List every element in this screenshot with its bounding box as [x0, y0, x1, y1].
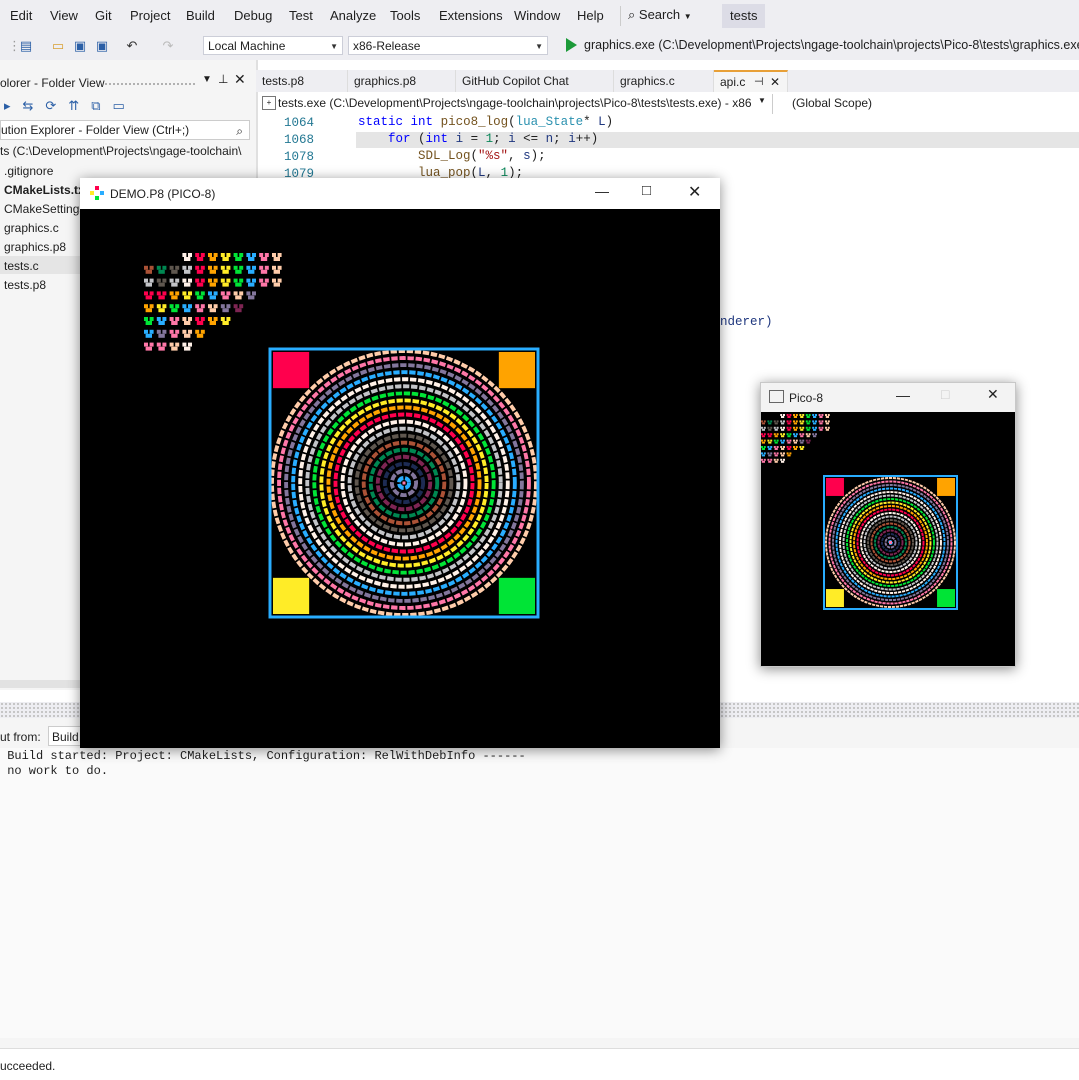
menu-edit[interactable]: Edit: [10, 8, 32, 23]
menu-tools[interactable]: Tools: [390, 8, 420, 23]
pico8-screen[interactable]: [80, 209, 720, 748]
menu-test[interactable]: Test: [289, 8, 313, 23]
code-line: for (int i = 1; i <= n; i++): [388, 132, 599, 146]
search-label: Search: [638, 7, 681, 22]
menu-help[interactable]: Help: [577, 8, 604, 23]
minimize-icon[interactable]: —: [595, 183, 609, 199]
menu-bar: Edit View Git Project Build Debug Test A…: [0, 0, 1079, 32]
panel-grip: [104, 82, 196, 85]
menu-build[interactable]: Build: [186, 8, 215, 23]
search-button[interactable]: ⌕ Search ▼: [628, 7, 692, 23]
nav-divider: [772, 94, 773, 114]
new-project-icon[interactable]: ▤: [18, 38, 34, 54]
close-icon[interactable]: ✕: [987, 386, 999, 403]
tree-item-graphics-p8[interactable]: graphics.p8: [4, 240, 66, 254]
maximize-icon[interactable]: □: [941, 386, 949, 402]
output-from-label: ut from:: [0, 730, 41, 744]
horizontal-scrollbar[interactable]: [0, 680, 80, 688]
solution-search-placeholder: ution Explorer - Folder View (Ctrl+;): [1, 123, 190, 137]
close-icon[interactable]: ✕: [770, 72, 780, 92]
demo-window-title: DEMO.P8 (PICO-8): [110, 187, 216, 201]
search-icon: ⌕: [236, 124, 243, 138]
pin-icon[interactable]: ⊥: [218, 72, 228, 86]
status-text: ucceeded.: [0, 1059, 56, 1073]
menu-debug[interactable]: Debug: [234, 8, 272, 23]
code-line: SDL_Log("%s", s);: [418, 149, 546, 163]
tree-item-cmakelists[interactable]: CMakeLists.txt: [4, 183, 89, 197]
tree-item-tests-p8[interactable]: tests.p8: [4, 278, 46, 292]
tree-item-graphics-c[interactable]: graphics.c: [4, 221, 59, 235]
chevron-down-icon: ▼: [535, 42, 543, 51]
close-icon[interactable]: ✕: [234, 71, 246, 88]
pico8-window-title: Pico-8: [789, 391, 824, 405]
solution-explorer-title: olorer - Folder View: [0, 76, 105, 90]
maximize-icon[interactable]: □: [642, 182, 651, 199]
toolbar: ⋮ ▤ ▭ ▣ ▣ ↶ ↷ Local Machine ▼ x86-Releas…: [0, 32, 1079, 60]
tab-api-c[interactable]: api.c ⊣ ✕: [714, 70, 788, 92]
tree-root[interactable]: ts (C:\Development\Projects\ngage-toolch…: [0, 144, 241, 158]
run-icon[interactable]: [566, 38, 577, 52]
app-icon: [769, 390, 784, 403]
code-line: static int pico8_log(lua_State* L): [358, 115, 614, 129]
chevron-down-icon: ▼: [683, 12, 692, 21]
run-target-label[interactable]: graphics.exe (C:\Development\Projects\ng…: [584, 38, 1079, 52]
pico8-screen-small[interactable]: [761, 412, 1015, 666]
tab-copilot-chat[interactable]: GitHub Copilot Chat: [456, 70, 614, 92]
output-text[interactable]: Build started: Project: CMakeLists, Conf…: [0, 748, 1079, 1038]
tree-item-tests-c[interactable]: tests.c: [4, 259, 39, 273]
solution-explorer-toolbar[interactable]: ▸⇆⟳⇈⧉▭: [4, 98, 137, 114]
grip-icon: ⋮: [8, 38, 21, 53]
menu-extensions[interactable]: Extensions: [439, 8, 503, 23]
solution-name[interactable]: tests: [722, 4, 766, 28]
menu-view[interactable]: View: [50, 8, 78, 23]
pico8-logo-icon: [90, 186, 104, 200]
line-number: 1064: [284, 116, 315, 130]
solution-search-input[interactable]: ution Explorer - Folder View (Ctrl+;) ⌕: [0, 120, 250, 140]
undo-icon[interactable]: ↶: [124, 38, 140, 54]
menu-divider: [620, 6, 621, 26]
redo-icon[interactable]: ↷: [160, 38, 176, 54]
demo-window-titlebar[interactable]: DEMO.P8 (PICO-8) — □ ✕: [80, 178, 720, 209]
pico8-window-titlebar[interactable]: Pico-8 — □ ✕: [761, 383, 1015, 412]
menu-git[interactable]: Git: [95, 8, 112, 23]
pin-icon[interactable]: ⊣: [754, 72, 764, 92]
target-combo[interactable]: Local Machine ▼: [203, 36, 343, 55]
code-fragment: nderer): [720, 315, 773, 329]
demo-window: DEMO.P8 (PICO-8) — □ ✕: [80, 178, 720, 748]
config-combo[interactable]: x86-Release ▼: [348, 36, 548, 55]
project-dropdown[interactable]: tests.exe (C:\Development\Projects\ngage…: [278, 96, 752, 110]
navigation-bar: + tests.exe (C:\Development\Projects\nga…: [258, 94, 1079, 115]
menu-analyze[interactable]: Analyze: [330, 8, 376, 23]
config-combo-value: x86-Release: [353, 39, 421, 53]
tab-tests-p8[interactable]: tests.p8: [256, 70, 348, 92]
chevron-down-icon: ▼: [758, 96, 766, 105]
save-all-icon[interactable]: ▣: [94, 38, 110, 54]
scope-dropdown[interactable]: (Global Scope): [792, 96, 872, 110]
output-line: Build started: Project: CMakeLists, Conf…: [0, 749, 526, 763]
chevron-down-icon: ▼: [330, 42, 338, 51]
output-line: no work to do.: [0, 764, 109, 778]
search-icon: ⌕: [628, 7, 636, 22]
chevron-down-icon[interactable]: ▼: [202, 74, 212, 85]
pico8-window: Pico-8 — □ ✕: [760, 382, 1016, 667]
close-icon[interactable]: ✕: [688, 182, 701, 202]
line-number: 1068: [284, 133, 315, 147]
menu-window[interactable]: Window: [514, 8, 560, 23]
line-number: 1078: [284, 150, 315, 164]
tab-graphics-p8[interactable]: graphics.p8: [348, 70, 456, 92]
minimize-icon[interactable]: —: [896, 387, 910, 403]
menu-project[interactable]: Project: [130, 8, 170, 23]
tree-item-gitignore[interactable]: .gitignore: [4, 164, 53, 178]
editor-tabs: tests.p8 graphics.p8 GitHub Copilot Chat…: [256, 70, 1079, 92]
project-icon: +: [262, 96, 276, 110]
open-folder-icon[interactable]: ▭: [50, 38, 66, 54]
target-combo-value: Local Machine: [208, 39, 286, 53]
tab-api-c-label: api.c: [720, 75, 746, 89]
save-icon[interactable]: ▣: [72, 38, 88, 54]
tab-graphics-c[interactable]: graphics.c: [614, 70, 714, 92]
status-bar: ucceeded.: [0, 1048, 1079, 1080]
